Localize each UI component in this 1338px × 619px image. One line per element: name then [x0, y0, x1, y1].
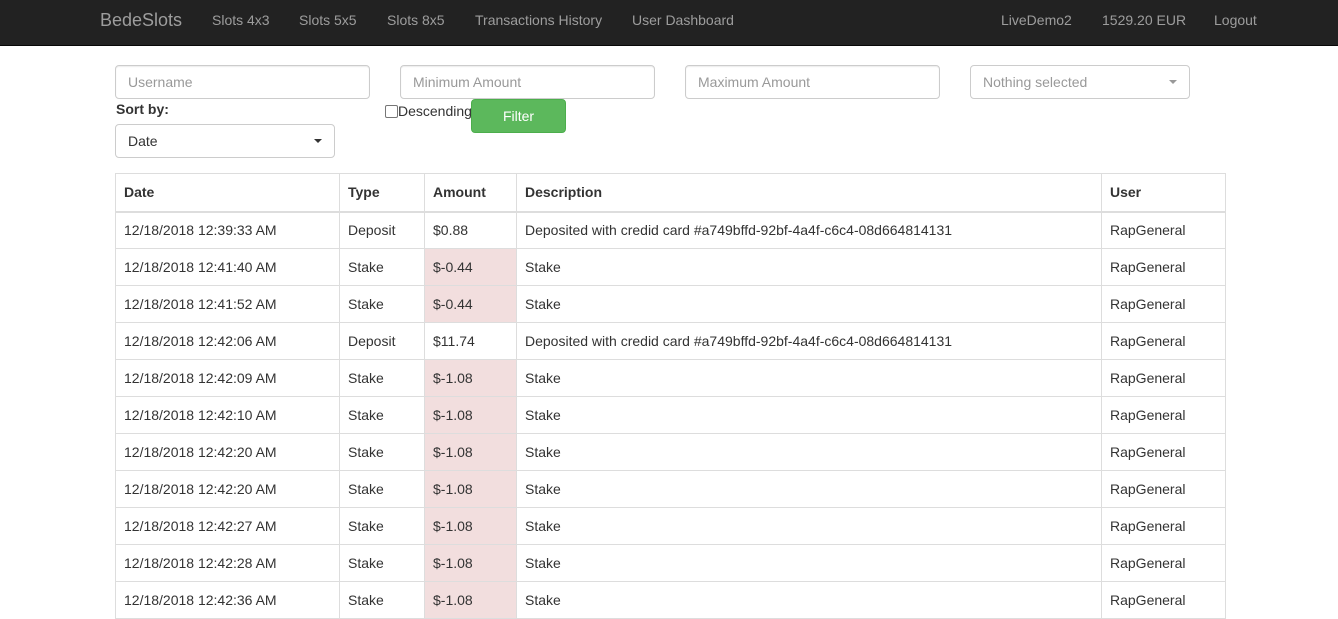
cell-description: Stake [516, 470, 1102, 508]
filter-button[interactable]: Filter [471, 99, 566, 133]
cell-user: RapGeneral [1101, 211, 1226, 249]
cell-type: Stake [339, 544, 425, 582]
cell-description: Stake [516, 507, 1102, 545]
cell-amount: $-1.08 [424, 544, 517, 582]
cell-type: Stake [339, 433, 425, 471]
descending-checkbox[interactable] [385, 105, 398, 118]
transactions-table: Date Type Amount Description User 12/18/… [115, 173, 1226, 619]
nav-link-transactions-history[interactable]: Transactions History [475, 0, 602, 40]
cell-amount: $-0.44 [424, 248, 517, 286]
table-row: 12/18/2018 12:41:52 AM Stake $-0.44 Stake Ra… [115, 285, 1226, 323]
cell-user: RapGeneral [1101, 507, 1226, 545]
sort-by-select[interactable]: Date [115, 124, 335, 158]
cell-type: Stake [339, 507, 425, 545]
column-header-description[interactable]: Description [516, 173, 1102, 213]
username-filter-input[interactable] [115, 65, 370, 99]
cell-user: RapGeneral [1101, 322, 1226, 360]
table-row: 12/18/2018 12:42:06 AM Deposit $11.74 Depos… [115, 322, 1226, 360]
cell-date: 12/18/2018 12:41:40 AM [115, 248, 340, 286]
nav-link-slots-8x5[interactable]: Slots 8x5 [387, 0, 445, 40]
table-row: 12/18/2018 12:42:28 AM Stake $-1.08 Stake Ra… [115, 544, 1226, 582]
cell-date: 12/18/2018 12:42:27 AM [115, 507, 340, 545]
cell-description: Stake [516, 285, 1102, 323]
cell-amount: $0.88 [424, 211, 517, 249]
column-header-user[interactable]: User [1101, 173, 1226, 213]
cell-date: 12/18/2018 12:42:06 AM [115, 322, 340, 360]
logout-link[interactable]: Logout [1214, 0, 1257, 40]
top-navbar: BedeSlots Slots 4x3 Slots 5x5 Slots 8x5 … [0, 0, 1338, 46]
transaction-type-select-value: Nothing selected [983, 74, 1088, 90]
cell-date: 12/18/2018 12:42:10 AM [115, 396, 340, 434]
table-row: 12/18/2018 12:42:20 AM Stake $-1.08 Stake Ra… [115, 433, 1226, 471]
cell-amount: $-1.08 [424, 507, 517, 545]
cell-date: 12/18/2018 12:42:28 AM [115, 544, 340, 582]
cell-user: RapGeneral [1101, 544, 1226, 582]
table-row: 12/18/2018 12:42:27 AM Stake $-1.08 Stake Ra… [115, 507, 1226, 545]
cell-user: RapGeneral [1101, 470, 1226, 508]
cell-type: Stake [339, 470, 425, 508]
cell-description: Stake [516, 544, 1102, 582]
brand-link[interactable]: BedeSlots [100, 0, 182, 40]
table-row: 12/18/2018 12:42:20 AM Stake $-1.08 Stake Ra… [115, 470, 1226, 508]
cell-type: Stake [339, 359, 425, 397]
cell-type: Deposit [339, 211, 425, 249]
nav-link-user-dashboard[interactable]: User Dashboard [632, 0, 734, 40]
cell-date: 12/18/2018 12:42:20 AM [115, 470, 340, 508]
chevron-down-icon [1169, 80, 1177, 84]
table-row: 12/18/2018 12:39:33 AM Deposit $0.88 Deposi… [115, 211, 1226, 249]
cell-description: Stake [516, 433, 1102, 471]
table-row: 12/18/2018 12:42:10 AM Stake $-1.08 Stake Ra… [115, 396, 1226, 434]
cell-description: Stake [516, 581, 1102, 619]
min-amount-input[interactable] [400, 65, 655, 99]
cell-amount: $11.74 [424, 322, 517, 360]
column-header-type[interactable]: Type [339, 173, 425, 213]
cell-type: Stake [339, 396, 425, 434]
descending-label: Descending [398, 103, 472, 119]
cell-user: RapGeneral [1101, 396, 1226, 434]
cell-amount: $-1.08 [424, 581, 517, 619]
cell-user: RapGeneral [1101, 581, 1226, 619]
nav-balance[interactable]: 1529.20 EUR [1102, 0, 1186, 40]
cell-description: Stake [516, 248, 1102, 286]
cell-amount: $-1.08 [424, 433, 517, 471]
cell-description: Deposited with credid card #a749bffd-92b… [516, 211, 1102, 249]
descending-option: Descending [385, 102, 472, 120]
table-row: 12/18/2018 12:42:09 AM Stake $-1.08 Stake Ra… [115, 359, 1226, 397]
cell-date: 12/18/2018 12:42:09 AM [115, 359, 340, 397]
chevron-down-icon [314, 139, 322, 143]
cell-description: Stake [516, 396, 1102, 434]
cell-date: 12/18/2018 12:39:33 AM [115, 211, 340, 249]
nav-link-slots-4x3[interactable]: Slots 4x3 [212, 0, 270, 40]
column-header-date[interactable]: Date [115, 173, 340, 213]
cell-amount: $-0.44 [424, 285, 517, 323]
max-amount-input[interactable] [685, 65, 940, 99]
cell-amount: $-1.08 [424, 470, 517, 508]
transactions-table-container: Date Type Amount Description User 12/18/… [115, 173, 1226, 619]
nav-username-link[interactable]: LiveDemo2 [1001, 0, 1072, 40]
cell-user: RapGeneral [1101, 285, 1226, 323]
cell-date: 12/18/2018 12:42:36 AM [115, 581, 340, 619]
cell-type: Stake [339, 285, 425, 323]
table-header-row: Date Type Amount Description User [115, 173, 1226, 213]
cell-amount: $-1.08 [424, 359, 517, 397]
sort-by-select-value: Date [128, 133, 158, 149]
cell-date: 12/18/2018 12:41:52 AM [115, 285, 340, 323]
cell-type: Deposit [339, 322, 425, 360]
table-row: 12/18/2018 12:41:40 AM Stake $-0.44 Stake Ra… [115, 248, 1226, 286]
cell-user: RapGeneral [1101, 248, 1226, 286]
cell-date: 12/18/2018 12:42:20 AM [115, 433, 340, 471]
sort-by-label: Sort by: [116, 101, 169, 117]
cell-type: Stake [339, 581, 425, 619]
cell-user: RapGeneral [1101, 359, 1226, 397]
table-row: 12/18/2018 12:42:36 AM Stake $-1.08 Stake Ra… [115, 581, 1226, 619]
transaction-type-select[interactable]: Nothing selected [970, 65, 1190, 99]
cell-type: Stake [339, 248, 425, 286]
cell-user: RapGeneral [1101, 433, 1226, 471]
column-header-amount[interactable]: Amount [424, 173, 517, 213]
cell-description: Deposited with credid card #a749bffd-92b… [516, 322, 1102, 360]
cell-description: Stake [516, 359, 1102, 397]
nav-link-slots-5x5[interactable]: Slots 5x5 [299, 0, 357, 40]
cell-amount: $-1.08 [424, 396, 517, 434]
